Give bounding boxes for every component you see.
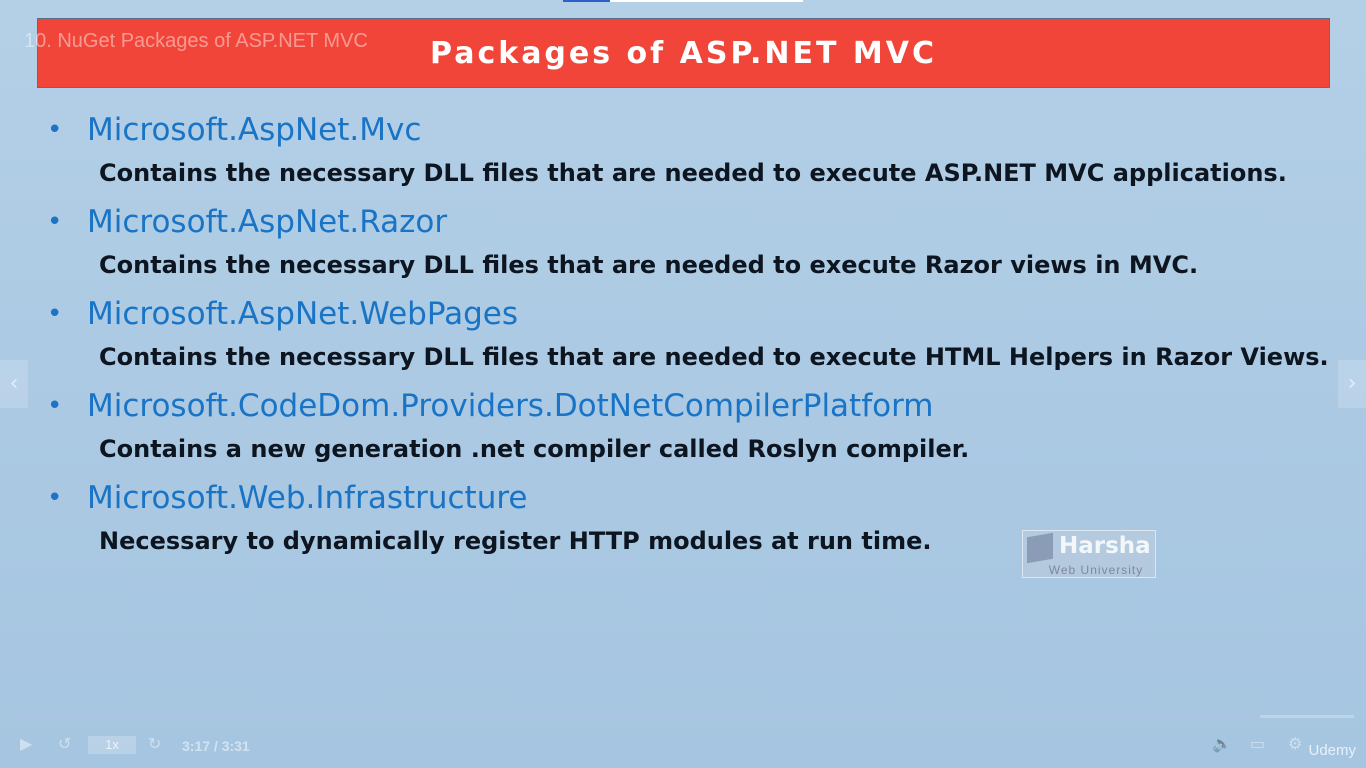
play-icon[interactable]: ▶	[20, 734, 32, 753]
package-name: Microsoft.AspNet.Mvc	[87, 112, 422, 148]
rewind-icon[interactable]: ↺	[58, 734, 71, 753]
package-name: Microsoft.AspNet.WebPages	[87, 296, 519, 332]
package-description: Necessary to dynamically register HTTP m…	[99, 527, 932, 555]
package-description: Contains the necessary DLL files that ar…	[99, 251, 1199, 279]
watermark-subtitle: Web University	[1048, 563, 1144, 577]
top-progress-indicator	[563, 0, 803, 2]
bullet-icon: •	[47, 299, 63, 329]
top-progress-fill	[563, 0, 610, 2]
next-lecture-button[interactable]: ›	[1338, 360, 1366, 408]
slide-title: Packages of ASP.NET MVC	[430, 35, 937, 71]
bullet-icon: •	[47, 483, 63, 513]
playback-speed-button[interactable]: 1x	[88, 736, 136, 754]
package-description: Contains the necessary DLL files that ar…	[99, 343, 1329, 371]
video-time: 3:17 / 3:31	[182, 738, 250, 754]
package-name: Microsoft.Web.Infrastructure	[87, 480, 528, 516]
watermark-name: Harsha	[1059, 533, 1151, 559]
harsha-logo-icon	[1027, 532, 1053, 564]
udemy-logo: Udemy	[1308, 742, 1356, 759]
slide-title-banner: Packages of ASP.NET MVC	[37, 18, 1330, 88]
package-name: Microsoft.CodeDom.Providers.DotNetCompil…	[87, 388, 934, 424]
forward-icon[interactable]: ↻	[148, 734, 161, 753]
bullet-icon: •	[47, 207, 63, 237]
volume-icon[interactable]: 🔈	[1212, 734, 1232, 753]
harsha-watermark-logo: Harsha Web University	[1022, 530, 1156, 578]
bullet-icon: •	[47, 115, 63, 145]
lecture-title: 10. NuGet Packages of ASP.NET MVC	[24, 30, 368, 52]
package-description: Contains the necessary DLL files that ar…	[99, 159, 1287, 187]
package-description: Contains a new generation .net compiler …	[99, 435, 970, 463]
captions-icon[interactable]: ▭	[1250, 734, 1265, 753]
video-progress-bar[interactable]	[12, 715, 1354, 718]
chevron-right-icon: ›	[1347, 371, 1357, 396]
package-name: Microsoft.AspNet.Razor	[87, 204, 448, 240]
previous-lecture-button[interactable]: ‹	[0, 360, 28, 408]
bullet-icon: •	[47, 391, 63, 421]
settings-icon[interactable]: ⚙	[1288, 734, 1302, 753]
video-player-controls: ▶ ↺ 1x ↻ 3:17 / 3:31 🔈 ▭ ⚙ Udemy	[0, 712, 1366, 768]
chevron-left-icon: ‹	[9, 371, 19, 396]
video-progress-fill	[12, 715, 1261, 718]
